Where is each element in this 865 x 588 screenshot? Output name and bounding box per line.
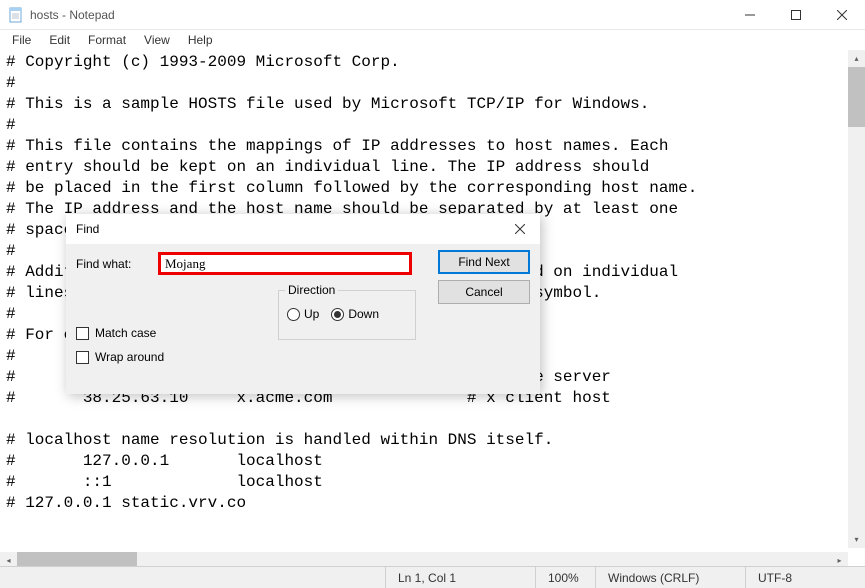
find-title-text: Find xyxy=(76,222,99,236)
menu-format[interactable]: Format xyxy=(80,31,134,49)
status-eol: Windows (CRLF) xyxy=(595,567,745,588)
scroll-down-arrow[interactable]: ▾ xyxy=(848,531,865,548)
find-dialog: Find Find what: Find Next Cancel Directi… xyxy=(66,214,540,394)
match-case-checkbox[interactable]: Match case xyxy=(76,326,164,340)
menu-edit[interactable]: Edit xyxy=(41,31,78,49)
notepad-icon xyxy=(8,7,24,23)
find-next-button[interactable]: Find Next xyxy=(438,250,530,274)
radio-up[interactable]: Up xyxy=(287,307,319,321)
menu-bar: File Edit Format View Help xyxy=(0,30,865,50)
vertical-scrollbar[interactable]: ▴ ▾ xyxy=(848,50,865,548)
title-bar: hosts - Notepad xyxy=(0,0,865,30)
maximize-button[interactable] xyxy=(773,0,819,30)
status-position: Ln 1, Col 1 xyxy=(385,567,535,588)
radio-down[interactable]: Down xyxy=(331,307,379,321)
find-what-input[interactable] xyxy=(158,252,412,275)
radio-down-icon xyxy=(331,308,344,321)
radio-down-label: Down xyxy=(348,307,379,321)
find-titlebar[interactable]: Find xyxy=(66,214,540,244)
radio-up-icon xyxy=(287,308,300,321)
find-close-button[interactable] xyxy=(506,218,534,240)
checkbox-icon xyxy=(76,351,89,364)
menu-help[interactable]: Help xyxy=(180,31,221,49)
status-zoom: 100% xyxy=(535,567,595,588)
find-what-label: Find what: xyxy=(76,257,148,271)
window-controls xyxy=(727,0,865,30)
scroll-v-thumb[interactable] xyxy=(848,67,865,127)
menu-view[interactable]: View xyxy=(136,31,178,49)
minimize-button[interactable] xyxy=(727,0,773,30)
window-title: hosts - Notepad xyxy=(30,8,115,22)
radio-up-label: Up xyxy=(304,307,319,321)
checkbox-icon xyxy=(76,327,89,340)
close-button[interactable] xyxy=(819,0,865,30)
direction-label: Direction xyxy=(285,283,338,297)
title-left: hosts - Notepad xyxy=(0,7,115,23)
menu-file[interactable]: File xyxy=(4,31,39,49)
status-encoding: UTF-8 xyxy=(745,567,865,588)
cancel-button[interactable]: Cancel xyxy=(438,280,530,304)
status-bar: Ln 1, Col 1 100% Windows (CRLF) UTF-8 xyxy=(0,566,865,588)
wrap-around-label: Wrap around xyxy=(95,350,164,364)
direction-group: Direction Up Down xyxy=(278,290,416,340)
match-case-label: Match case xyxy=(95,326,156,340)
wrap-around-checkbox[interactable]: Wrap around xyxy=(76,350,164,364)
scroll-up-arrow[interactable]: ▴ xyxy=(848,50,865,67)
